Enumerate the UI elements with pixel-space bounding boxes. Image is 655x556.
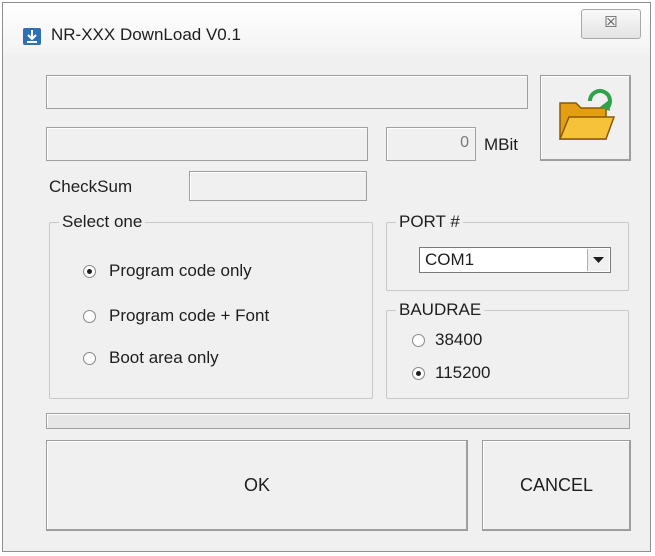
file-info-field	[46, 127, 368, 161]
cancel-button-label: CANCEL	[519, 475, 594, 495]
ok-button[interactable]: OK	[46, 440, 468, 531]
close-icon: ☒	[604, 14, 618, 31]
option-label: Boot area only	[109, 348, 219, 367]
select-one-group-title: Select one	[59, 212, 146, 232]
radio-38400[interactable]	[412, 334, 425, 347]
chevron-down-icon	[593, 257, 604, 263]
port-select-value: COM1	[425, 250, 475, 269]
ok-button-label: OK	[243, 475, 270, 495]
baudrate-group-title: BAUDRAE	[396, 300, 485, 320]
size-value: 0	[460, 134, 469, 151]
baud-label: 38400	[435, 330, 483, 349]
open-file-button[interactable]	[540, 75, 631, 161]
radio-program-code-only[interactable]	[83, 265, 96, 278]
port-group-title: PORT #	[396, 212, 463, 232]
download-dialog: NR-XXX DownLoad V0.1 ☒ 0 MBit CheckSum S…	[2, 2, 651, 552]
window-title: NR-XXX DownLoad V0.1	[51, 25, 241, 44]
port-select[interactable]: COM1	[419, 247, 611, 273]
title-bar: NR-XXX DownLoad V0.1 ☒	[3, 3, 650, 55]
baud-label: 115200	[435, 363, 491, 382]
app-download-icon	[23, 28, 41, 45]
option-label: Program code only	[109, 261, 252, 280]
radio-115200[interactable]	[412, 367, 425, 380]
baudrate-group	[386, 310, 629, 399]
size-unit-label: MBit	[484, 135, 518, 154]
checksum-field	[189, 171, 367, 201]
radio-program-code-font[interactable]	[83, 310, 96, 323]
close-button[interactable]: ☒	[581, 9, 641, 39]
option-label: Program code + Font	[109, 306, 270, 325]
open-folder-icon	[558, 89, 615, 140]
radio-boot-area-only[interactable]	[83, 352, 96, 365]
dropdown-arrow-button[interactable]	[587, 249, 609, 271]
file-path-field[interactable]	[46, 75, 528, 109]
cancel-button[interactable]: CANCEL	[482, 440, 631, 531]
progress-bar	[46, 413, 630, 429]
checksum-label: CheckSum	[49, 177, 133, 196]
size-field: 0	[386, 127, 476, 161]
